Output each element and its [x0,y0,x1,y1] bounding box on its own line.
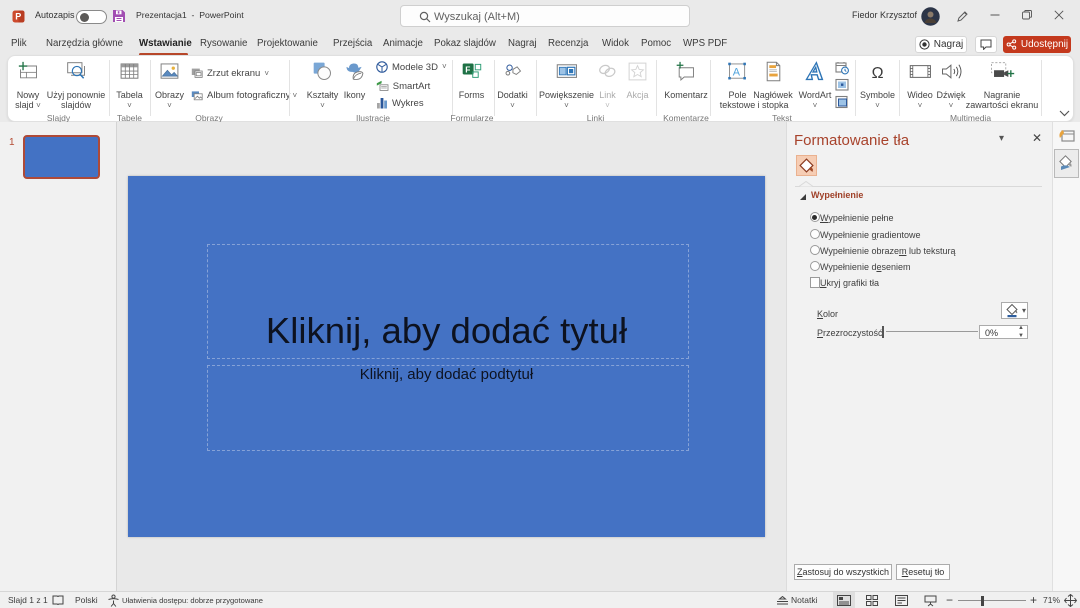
svg-text:P: P [15,12,21,22]
svg-text:Ω: Ω [872,65,884,82]
svg-text:F: F [465,64,470,74]
